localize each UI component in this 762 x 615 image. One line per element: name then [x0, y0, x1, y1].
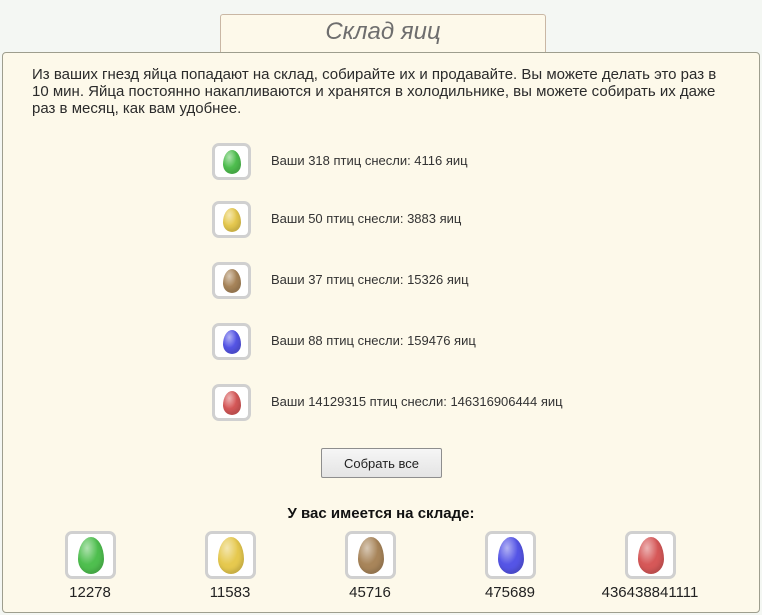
stock-count: 11583: [209, 584, 251, 601]
egg-storage-panel: Из ваших гнезд яйца попадают на склад, с…: [2, 52, 760, 613]
nest-row: Ваши 14129315 птиц снесли: 146316906444 …: [3, 384, 759, 422]
egg-slot: [212, 143, 251, 180]
brown-egg-icon: [223, 269, 241, 293]
nest-row: Ваши 50 птиц снесли: 3883 яиц: [3, 201, 759, 239]
nest-row: Ваши 37 птиц снесли: 15326 яиц: [3, 262, 759, 300]
nest-laid-text: Ваши 318 птиц снесли: 4116 яиц: [271, 153, 468, 168]
stock-item: 45716: [300, 531, 440, 601]
egg-slot: [212, 201, 251, 238]
stock-item: 475689: [440, 531, 580, 601]
stock-count: 436438841111: [601, 584, 699, 601]
intro-text: Из ваших гнезд яйца попадают на склад, с…: [32, 66, 717, 117]
stock-egg-slot: [205, 531, 256, 579]
green-egg-icon: [223, 150, 241, 174]
yellow-egg-icon: [218, 537, 244, 574]
stock-heading: У вас имеется на складе:: [287, 505, 475, 522]
blue-egg-icon: [223, 330, 241, 354]
brown-egg-icon: [358, 537, 384, 574]
stock-item: 436438841111: [580, 531, 720, 601]
nest-row: Ваши 318 птиц снесли: 4116 яиц: [3, 143, 759, 181]
stock-item: 12278: [20, 531, 160, 601]
egg-slot: [212, 323, 251, 360]
green-egg-icon: [78, 537, 104, 574]
yellow-egg-icon: [223, 208, 241, 232]
nest-row: Ваши 88 птиц снесли: 159476 яиц: [3, 323, 759, 361]
nest-laid-text: Ваши 50 птиц снесли: 3883 яиц: [271, 211, 462, 226]
stock-egg-slot: [625, 531, 676, 579]
stock-egg-slot: [345, 531, 396, 579]
egg-slot: [212, 262, 251, 299]
stock-count: 475689: [484, 584, 536, 601]
egg-slot: [212, 384, 251, 421]
nest-laid-text: Ваши 88 птиц снесли: 159476 яиц: [271, 333, 476, 348]
page-title: Склад яиц: [220, 14, 546, 52]
stock-item: 11583: [160, 531, 300, 601]
stock-egg-slot: [485, 531, 536, 579]
stock-egg-slot: [65, 531, 116, 579]
nest-laid-text: Ваши 37 птиц снесли: 15326 яиц: [271, 272, 469, 287]
collect-all-button[interactable]: Собрать все: [321, 448, 442, 478]
stock-count: 12278: [69, 584, 111, 601]
red-egg-icon: [638, 537, 664, 574]
red-egg-icon: [223, 391, 241, 415]
nest-laid-text: Ваши 14129315 птиц снесли: 146316906444 …: [271, 394, 563, 409]
stock-count: 45716: [349, 584, 391, 601]
blue-egg-icon: [498, 537, 524, 574]
